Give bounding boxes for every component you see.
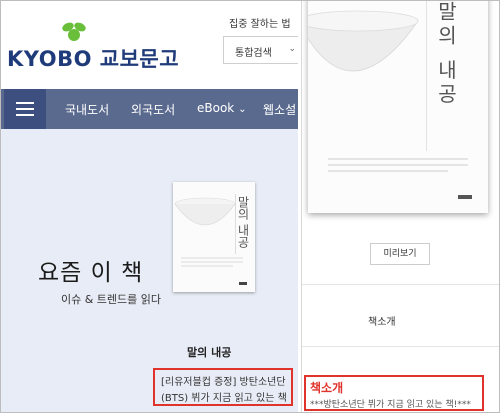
nav-item-foreign[interactable]: 외국도서: [131, 101, 175, 118]
logo-korean: 교보문고: [99, 47, 180, 71]
screenshot-frame: KYOBO 교보문고 집중 잘하는 법 통합검색 ⌄ 국내도서 외국도서 eBo…: [0, 0, 500, 413]
book-intro-heading: 책소개: [310, 381, 344, 395]
search-scope-label: 통합검색: [235, 48, 272, 59]
hamburger-menu-button[interactable]: [4, 89, 46, 129]
hero-banner: 요즘 이 책 이슈 & 트렌드를 읽다 말의 내공 말의 내공 [리유저블컵 증…: [1, 129, 298, 412]
kyobo-home-panel: KYOBO 교보문고 집중 잘하는 법 통합검색 ⌄ 국내도서 외국도서 eBo…: [1, 1, 298, 412]
featured-book-description-line2: (BTS) 뷔가 지금 읽고 있는 책: [161, 393, 287, 404]
divider: [302, 284, 499, 285]
divider: [302, 346, 499, 347]
chevron-down-icon: ⌄: [238, 104, 247, 115]
featured-book-title[interactable]: 말의 내공: [187, 344, 231, 360]
hero-title: 요즘 이 책: [38, 260, 144, 286]
featured-book-cover-title: 말의 내공: [236, 196, 250, 248]
nav-item-domestic[interactable]: 국내도서: [65, 101, 109, 118]
chevron-down-icon: ⌄: [288, 44, 296, 54]
hero-subtitle: 이슈 & 트렌드를 읽다: [61, 293, 162, 306]
preview-button[interactable]: 미리보기: [370, 243, 430, 265]
nav-item-ebook-label: eBook: [197, 101, 235, 115]
search-scope-select[interactable]: 통합검색 ⌄: [223, 36, 298, 64]
book-detail-cover-title: 말의 내공: [434, 1, 458, 108]
nav-item-webnovel[interactable]: 웹소설: [263, 101, 296, 118]
featured-book-description-highlight: [리유저블컵 증정] 방탄소년단 (BTS) 뷔가 지금 읽고 있는 책: [153, 368, 293, 406]
book-detail-cover-art: [308, 1, 488, 213]
logo-text: KYOBO 교보문고: [7, 43, 179, 73]
book-detail-panel: 말의 내공 미리보기 책소개 책소개 ***방탄소년단 뷔가 지금 읽고 있는 …: [301, 1, 499, 412]
tab-book-intro[interactable]: 책소개: [368, 313, 396, 328]
logo-latin: KYOBO: [7, 47, 92, 71]
kyobo-logo[interactable]: KYOBO 교보문고: [7, 21, 179, 71]
search-slogan: 집중 잘하는 법: [229, 19, 291, 30]
featured-book-description-line1: [리유저블컵 증정] 방탄소년단: [161, 377, 286, 388]
book-detail-cover: 말의 내공: [308, 1, 488, 213]
featured-book-cover[interactable]: 말의 내공: [173, 182, 255, 292]
book-intro-text: ***방탄소년단 뷔가 지금 읽고 있는 책!***: [310, 400, 471, 410]
book-intro-highlight: 책소개 ***방탄소년단 뷔가 지금 읽고 있는 책!***: [304, 375, 484, 411]
nav-item-ebook[interactable]: eBook ⌄: [197, 101, 246, 115]
main-nav: 국내도서 외국도서 eBook ⌄ 웹소설: [1, 89, 298, 129]
